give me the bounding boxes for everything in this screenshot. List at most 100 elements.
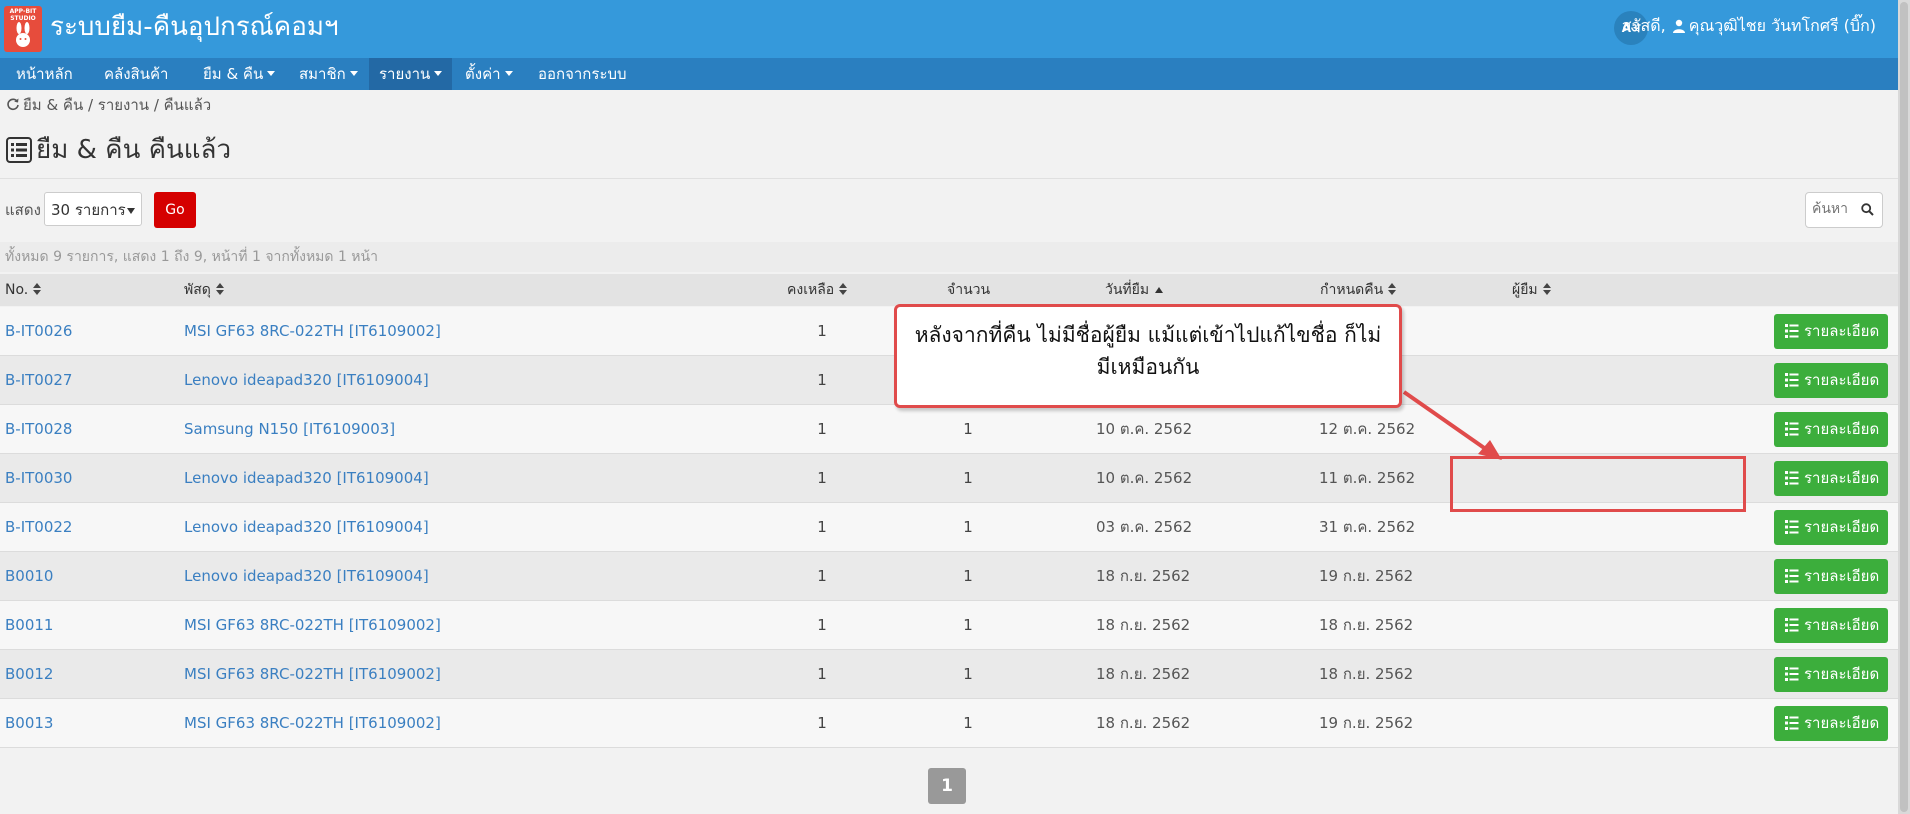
row-due-date: 19 ก.ย. 2562 <box>1319 714 1414 732</box>
go-button[interactable]: Go <box>154 192 196 228</box>
row-quantity: 1 <box>963 518 973 536</box>
row-item-link[interactable]: MSI GF63 8RC-022TH [IT6109002] <box>184 699 441 747</box>
row-item-link[interactable]: Lenovo ideapad320 [IT6109004] <box>184 356 429 404</box>
col-remaining-label: คงเหลือ <box>787 282 835 298</box>
nav-inventory[interactable]: คลังสินค้า <box>94 58 178 90</box>
detail-button[interactable]: รายละเอียด <box>1774 559 1888 594</box>
row-borrow-date: 18 ก.ย. 2562 <box>1096 616 1191 634</box>
row-item-link[interactable]: MSI GF63 8RC-022TH [IT6109002] <box>184 601 441 649</box>
search-input[interactable] <box>1812 201 1858 217</box>
detail-button-label: รายละเอียด <box>1804 469 1880 487</box>
row-no-link[interactable]: B0012 <box>5 650 53 698</box>
detail-button[interactable]: รายละเอียด <box>1774 608 1888 643</box>
col-borrow-date[interactable]: วันที่ยืม <box>1105 274 1164 306</box>
page-size-select[interactable]: 30 รายการ <box>44 192 142 226</box>
table-row: B0012 MSI GF63 8RC-022TH [IT6109002] 1 1 18 … <box>0 650 1898 699</box>
col-due-date-label: กำหนดคืน <box>1320 282 1384 298</box>
nav-members-label: สมาชิก <box>299 65 346 83</box>
table-row: B-IT0028 Samsung N150 [IT6109003] 1 1 10 ต.ค… <box>0 405 1898 454</box>
caret-down-icon <box>504 71 513 76</box>
col-no[interactable]: No. <box>5 274 42 306</box>
detail-list-icon <box>1785 667 1799 681</box>
table-row: B0010 Lenovo ideapad320 [IT6109004] 1 1 18 ก… <box>0 552 1898 601</box>
row-borrow-date: 10 ต.ค. 2562 <box>1096 420 1193 438</box>
caret-down-icon <box>267 71 276 76</box>
nav-borrow-return-label: ยืม & คืน <box>203 65 264 83</box>
detail-button[interactable]: รายละเอียด <box>1774 461 1888 496</box>
sort-icon <box>1542 283 1551 295</box>
detail-button[interactable]: รายละเอียด <box>1774 657 1888 692</box>
show-label: แสดง <box>5 201 41 219</box>
row-due-date: 19 ก.ย. 2562 <box>1319 567 1414 585</box>
row-item-link[interactable]: MSI GF63 8RC-022TH [IT6109002] <box>184 650 441 698</box>
page-scrollbar[interactable] <box>1898 0 1910 814</box>
detail-button-label: รายละเอียด <box>1804 518 1880 536</box>
nav-home[interactable]: หน้าหลัก <box>6 58 83 90</box>
row-no-link[interactable]: B-IT0022 <box>5 503 72 551</box>
col-quantity: จำนวน <box>947 274 990 306</box>
bunny-icon <box>16 22 30 47</box>
nav-settings[interactable]: ตั้งค่า <box>455 58 523 90</box>
annotation-callout: หลังจากที่คืน ไม่มีชื่อผู้ยืม แม้แต่เข้า… <box>894 304 1402 408</box>
page-title-text: ยืม & คืน คืนแล้ว <box>36 135 232 165</box>
pagination-page-1[interactable]: 1 <box>928 768 966 804</box>
detail-button[interactable]: รายละเอียด <box>1774 314 1888 349</box>
col-borrower[interactable]: ผู้ยืม <box>1512 274 1551 306</box>
sort-asc-icon <box>1155 287 1164 293</box>
app-title[interactable]: ระบบยืม-คืนอุปกรณ์คอมฯ <box>50 10 339 44</box>
row-item-link[interactable]: Lenovo ideapad320 [IT6109004] <box>184 503 429 551</box>
scrollbar-thumb[interactable] <box>1900 2 1908 812</box>
user-greeting[interactable]: สวัสดี, คุณวุฒิไชย วันทโกศรี (บิ๊ก) <box>1622 15 1876 37</box>
breadcrumb-text: ยืม & คืน / รายงาน / คืนแล้ว <box>23 96 212 114</box>
row-item-link[interactable]: MSI GF63 8RC-022TH [IT6109002] <box>184 307 441 355</box>
detail-list-icon <box>1785 422 1799 436</box>
row-item-link[interactable]: Lenovo ideapad320 [IT6109004] <box>184 552 429 600</box>
row-remaining: 1 <box>817 469 827 487</box>
row-item-link[interactable]: Lenovo ideapad320 [IT6109004] <box>184 454 429 502</box>
detail-button[interactable]: รายละเอียด <box>1774 510 1888 545</box>
detail-list-icon <box>1785 569 1799 583</box>
table-header: No. พัสดุ คงเหลือ จำนวน วันที่ยืม กำหนดค… <box>0 274 1898 306</box>
row-no-link[interactable]: B-IT0030 <box>5 454 72 502</box>
missing-borrower-highlight <box>1450 456 1746 512</box>
row-due-date: 18 ก.ย. 2562 <box>1319 665 1414 683</box>
top-header: APP-BIT STUDIO ระบบยืม-คืนอุปกรณ์คอมฯ Aअ… <box>0 0 1898 58</box>
row-no-link[interactable]: B-IT0028 <box>5 405 72 453</box>
detail-button[interactable]: รายละเอียด <box>1774 363 1888 398</box>
col-due-date[interactable]: กำหนดคืน <box>1320 274 1397 306</box>
result-summary: ทั้งหมด 9 รายการ, แสดง 1 ถึง 9, หน้าที่ … <box>0 242 1898 272</box>
detail-list-icon <box>1785 618 1799 632</box>
nav-members[interactable]: สมาชิก <box>289 58 368 90</box>
row-no-link[interactable]: B-IT0026 <box>5 307 72 355</box>
nav-logout[interactable]: ออกจากระบบ <box>528 58 637 90</box>
detail-button[interactable]: รายละเอียด <box>1774 412 1888 447</box>
row-no-link[interactable]: B0013 <box>5 699 53 747</box>
row-remaining: 1 <box>817 518 827 536</box>
row-no-link[interactable]: B0011 <box>5 601 53 649</box>
app-logo[interactable]: APP-BIT STUDIO <box>4 6 42 52</box>
user-name: คุณวุฒิไชย วันทโกศรี (บิ๊ก) <box>1688 16 1876 35</box>
row-no-link[interactable]: B0010 <box>5 552 53 600</box>
sort-icon <box>839 283 848 295</box>
row-item-link[interactable]: Samsung N150 [IT6109003] <box>184 405 395 453</box>
page-title: ยืม & คืน คืนแล้ว <box>6 132 231 168</box>
caret-down-icon <box>349 71 358 76</box>
table-row: B0013 MSI GF63 8RC-022TH [IT6109002] 1 1 18 … <box>0 699 1898 748</box>
col-item[interactable]: พัสดุ <box>184 274 224 306</box>
col-remaining[interactable]: คงเหลือ <box>787 274 848 306</box>
nav-borrow-return[interactable]: ยืม & คืน <box>193 58 285 90</box>
row-remaining: 1 <box>817 567 827 585</box>
search-icon[interactable] <box>1861 203 1874 216</box>
search-box[interactable] <box>1805 192 1883 228</box>
table-row: B0011 MSI GF63 8RC-022TH [IT6109002] 1 1 18 … <box>0 601 1898 650</box>
row-remaining: 1 <box>817 371 827 389</box>
nav-reports[interactable]: รายงาน <box>369 58 453 90</box>
col-borrower-label: ผู้ยืม <box>1512 282 1538 298</box>
detail-list-icon <box>1785 373 1799 387</box>
detail-button[interactable]: รายละเอียด <box>1774 706 1888 741</box>
row-no-link[interactable]: B-IT0027 <box>5 356 72 404</box>
row-quantity: 1 <box>963 420 973 438</box>
row-due-date: 11 ต.ค. 2562 <box>1319 469 1416 487</box>
nav-settings-label: ตั้งค่า <box>465 65 501 83</box>
page-size-value: 30 รายการ <box>51 201 126 219</box>
